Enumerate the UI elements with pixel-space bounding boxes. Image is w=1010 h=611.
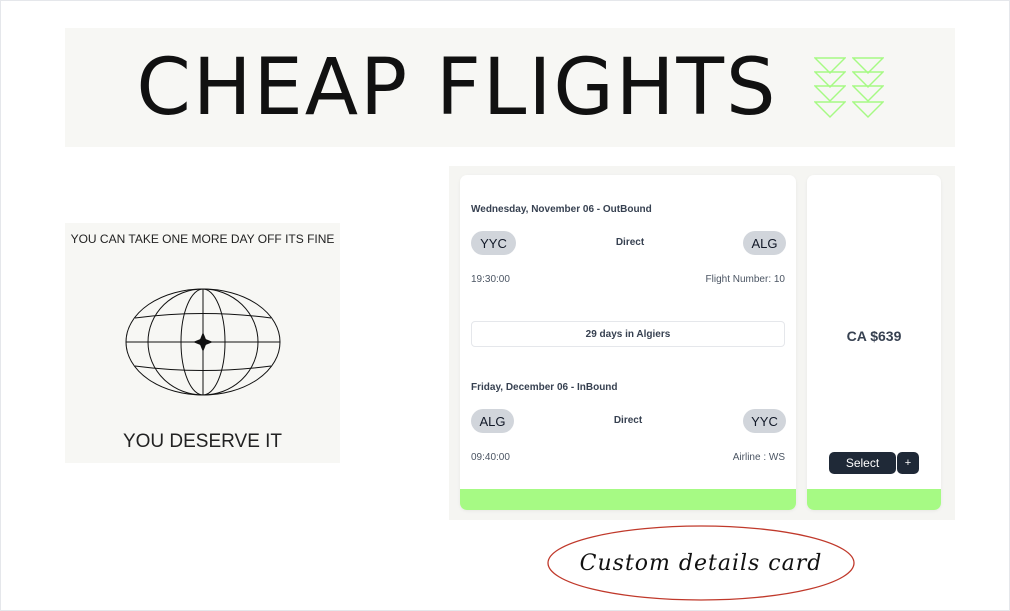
inbound-airline: Airline : WS bbox=[732, 452, 785, 463]
annotation-callout: Custom details card bbox=[546, 524, 856, 602]
select-button[interactable]: Select bbox=[829, 452, 896, 474]
card-accent-bar bbox=[460, 489, 796, 510]
promo-card: YOU CAN TAKE ONE MORE DAY OFF ITS FINE Y… bbox=[65, 223, 340, 463]
page-title: CHEAP FLIGHTS bbox=[136, 42, 778, 133]
outbound-time: 19:30:00 bbox=[471, 274, 510, 285]
inbound-date: Friday, December 06 - InBound bbox=[471, 382, 618, 393]
promo-slogan: YOU DESERVE IT bbox=[122, 431, 283, 452]
outbound-date: Wednesday, November 06 - OutBound bbox=[471, 204, 652, 215]
price-card: CA $639 Select + bbox=[807, 175, 941, 510]
globe-icon bbox=[123, 285, 283, 404]
inbound-time: 09:40:00 bbox=[471, 452, 510, 463]
inbound-origin-badge: ALG bbox=[471, 409, 514, 433]
price-accent-bar bbox=[807, 489, 941, 510]
price-label: CA $639 bbox=[846, 328, 902, 344]
outbound-stops: Direct bbox=[615, 237, 645, 248]
inbound-stops: Direct bbox=[613, 415, 643, 426]
add-button[interactable]: + bbox=[897, 452, 919, 474]
promo-tagline: YOU CAN TAKE ONE MORE DAY OFF ITS FINE bbox=[70, 232, 335, 246]
flight-result: Wednesday, November 06 - OutBound YYC Di… bbox=[449, 166, 955, 520]
inbound-destination-badge: YYC bbox=[743, 409, 786, 433]
outbound-flight-number: Flight Number: 10 bbox=[705, 274, 785, 285]
annotation-text: Custom details card bbox=[579, 550, 823, 576]
header-banner: CHEAP FLIGHTS bbox=[65, 28, 955, 147]
stay-duration: 29 days in Algiers bbox=[471, 321, 785, 347]
chevrons-down-icon bbox=[813, 56, 884, 119]
outbound-origin-badge: YYC bbox=[471, 231, 516, 255]
flight-details-card: Wednesday, November 06 - OutBound YYC Di… bbox=[460, 175, 796, 510]
outbound-destination-badge: ALG bbox=[743, 231, 786, 255]
